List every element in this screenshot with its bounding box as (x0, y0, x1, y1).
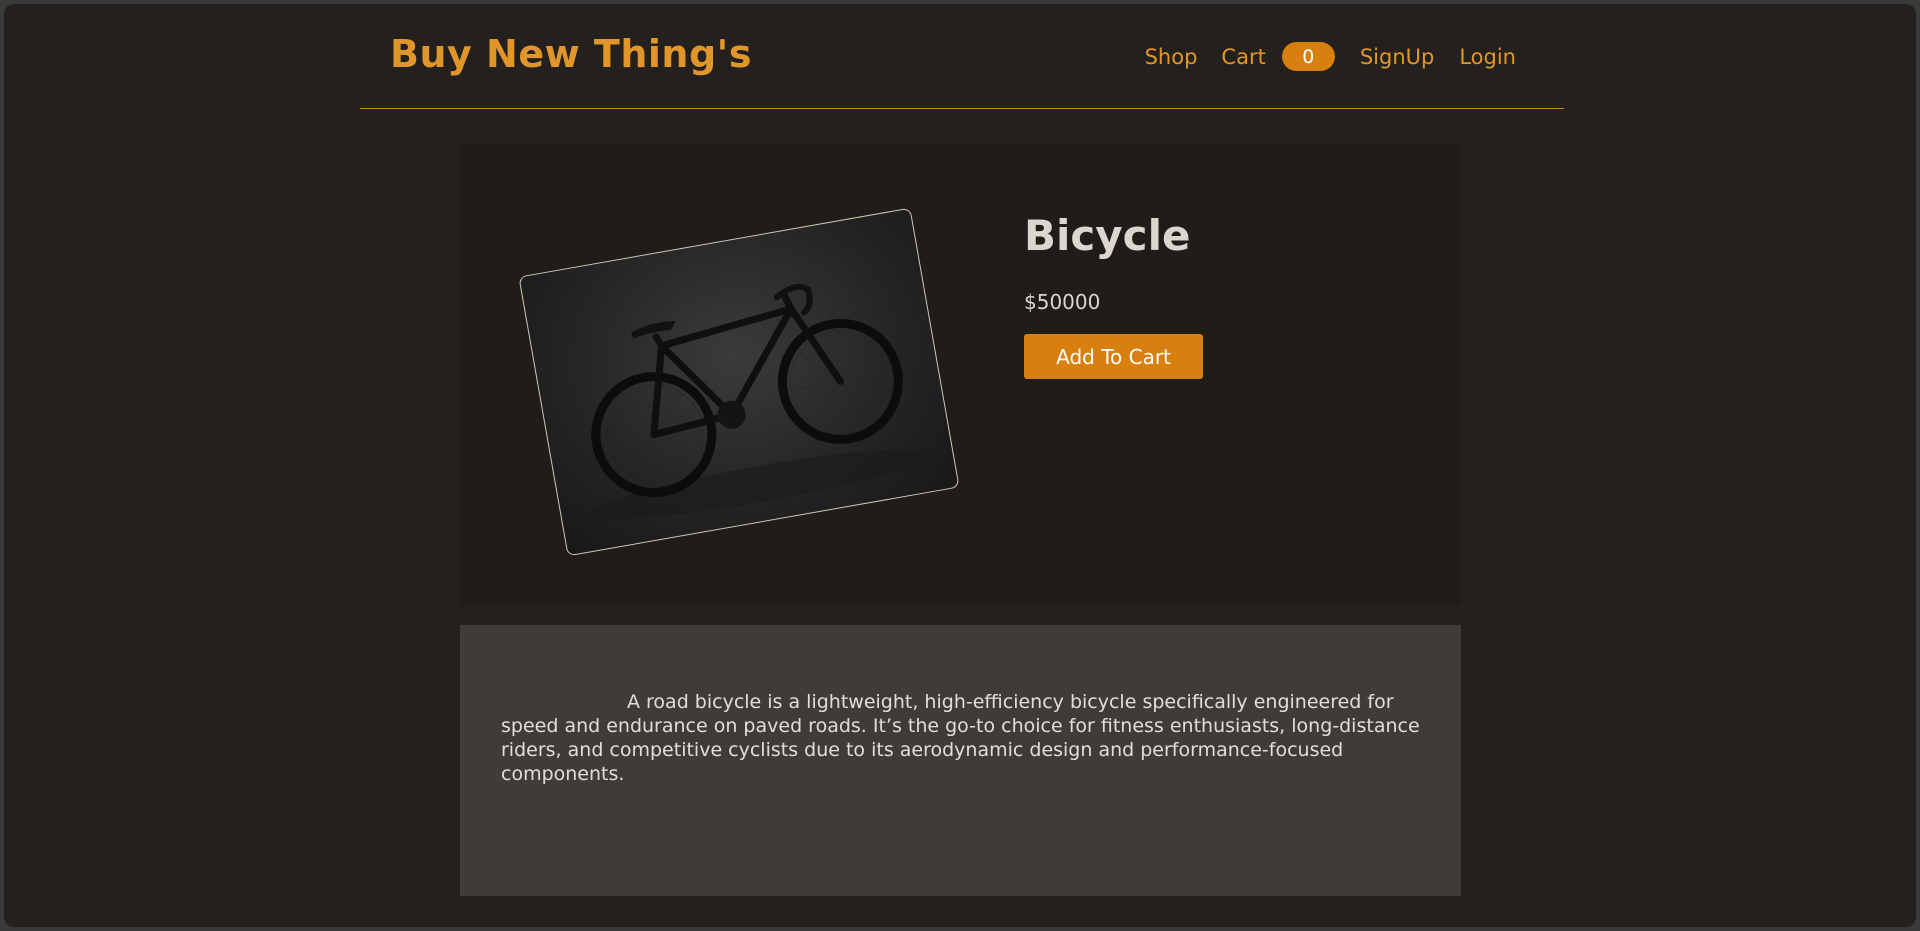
main-nav: Shop Cart 0 SignUp Login (1145, 42, 1516, 71)
site-header: Buy New Thing's Shop Cart 0 SignUp Login (360, 4, 1564, 109)
cart-count-badge[interactable]: 0 (1281, 42, 1335, 71)
brand-logo[interactable]: Buy New Thing's (390, 32, 752, 76)
nav-shop-link[interactable]: Shop (1145, 45, 1198, 69)
product-image (518, 207, 960, 557)
nav-signup-link[interactable]: SignUp (1360, 45, 1435, 69)
nav-cart-link[interactable]: Cart (1221, 45, 1265, 69)
app-window: Buy New Thing's Shop Cart 0 SignUp Login (4, 4, 1916, 927)
product-card: Bicycle $50000 Add To Cart (460, 145, 1461, 605)
product-price: $50000 (1024, 290, 1101, 314)
product-title: Bicycle (1024, 211, 1191, 260)
bicycle-icon (591, 283, 927, 519)
nav-login-link[interactable]: Login (1459, 45, 1516, 69)
add-to-cart-button[interactable]: Add To Cart (1024, 334, 1203, 379)
product-description-card: A road bicycle is a lightweight, high-ef… (460, 625, 1461, 896)
product-description: A road bicycle is a lightweight, high-ef… (501, 691, 1420, 785)
